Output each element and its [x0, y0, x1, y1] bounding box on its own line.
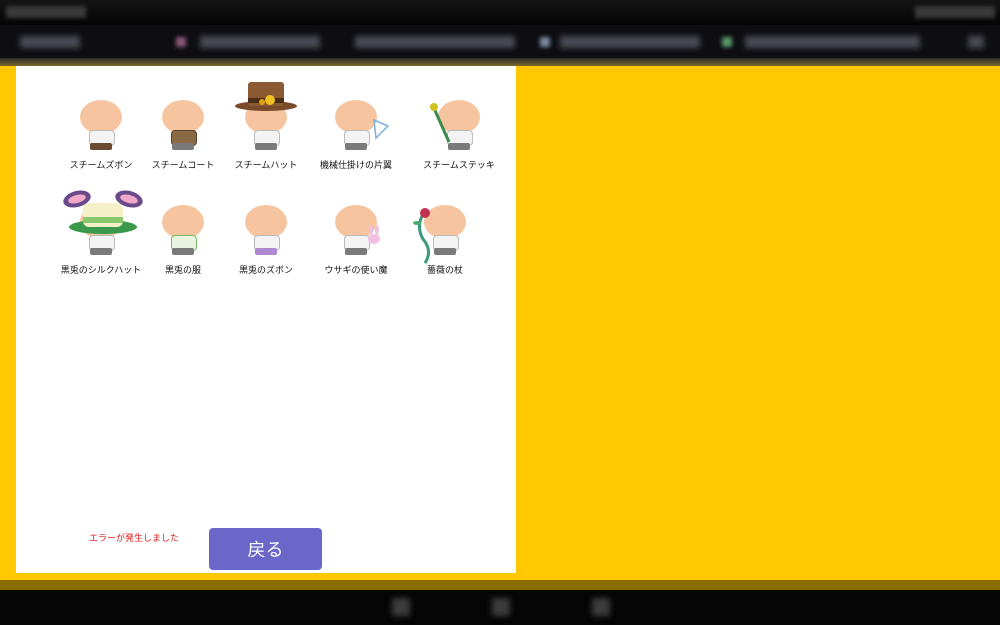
rose-staff-icon — [413, 201, 475, 264]
item-bunny-silk-hat[interactable]: 黒兎のシルクハット — [56, 190, 146, 276]
item-bunny-clothes[interactable]: 黒兎の服 — [138, 201, 228, 276]
item-steam-hat[interactable]: スチームハット — [221, 82, 311, 171]
taskbar — [0, 590, 1000, 625]
item-bunny-pants[interactable]: 黒兎のズボン — [221, 201, 311, 276]
item-label: スチームズボン — [69, 161, 133, 171]
item-label: スチームステッキ — [423, 161, 495, 171]
item-label: ウサギの使い魔 — [324, 266, 388, 276]
item-steam-pants[interactable]: スチームズボン — [56, 96, 146, 171]
stage-bottom-edge — [0, 580, 1000, 590]
os-top-bar — [0, 0, 1000, 25]
wing-icon — [373, 118, 390, 140]
back-button[interactable]: 戻る — [209, 528, 322, 570]
bunny-clothes-icon — [153, 201, 213, 259]
rose-staff-icon-graphic — [413, 208, 430, 264]
stick-icon — [430, 103, 451, 143]
bunny-silk-hat-icon — [63, 190, 143, 259]
item-label: スチームコート — [151, 161, 215, 171]
rabbit-icon — [368, 225, 380, 244]
item-mechanical-wing[interactable]: 機械仕掛けの片翼 — [311, 96, 401, 171]
hat-icon — [235, 82, 297, 111]
item-label: 黒兎のズボン — [238, 266, 293, 276]
item-rabbit-familiar[interactable]: ウサギの使い魔 — [311, 201, 401, 276]
item-rose-staff[interactable]: 薔薇の杖 — [400, 201, 490, 276]
steam-hat-icon — [235, 82, 297, 154]
steam-stick-icon — [429, 96, 489, 154]
error-message: エラーが発生しました — [89, 534, 180, 544]
mechanical-wing-icon — [326, 96, 390, 154]
item-list-panel: スチームズボン スチームコート スチームハット 機械仕掛けの片翼 スチームステッ… — [16, 66, 516, 573]
steam-pants-icon — [71, 96, 131, 154]
item-label: 黒兎の服 — [164, 266, 201, 276]
item-label: スチームハット — [234, 161, 298, 171]
browser-tab-strip[interactable] — [0, 25, 1000, 60]
bunny-pants-icon — [236, 201, 296, 259]
item-steam-stick[interactable]: スチームステッキ — [414, 96, 504, 171]
bunny-ears-hat-icon — [63, 190, 143, 234]
steam-coat-icon — [153, 96, 213, 154]
item-label: 機械仕掛けの片翼 — [319, 161, 392, 171]
tab-shadow — [0, 58, 1000, 66]
rabbit-familiar-icon — [326, 201, 386, 259]
item-label: 黒兎のシルクハット — [60, 266, 142, 276]
item-steam-coat[interactable]: スチームコート — [138, 96, 228, 171]
